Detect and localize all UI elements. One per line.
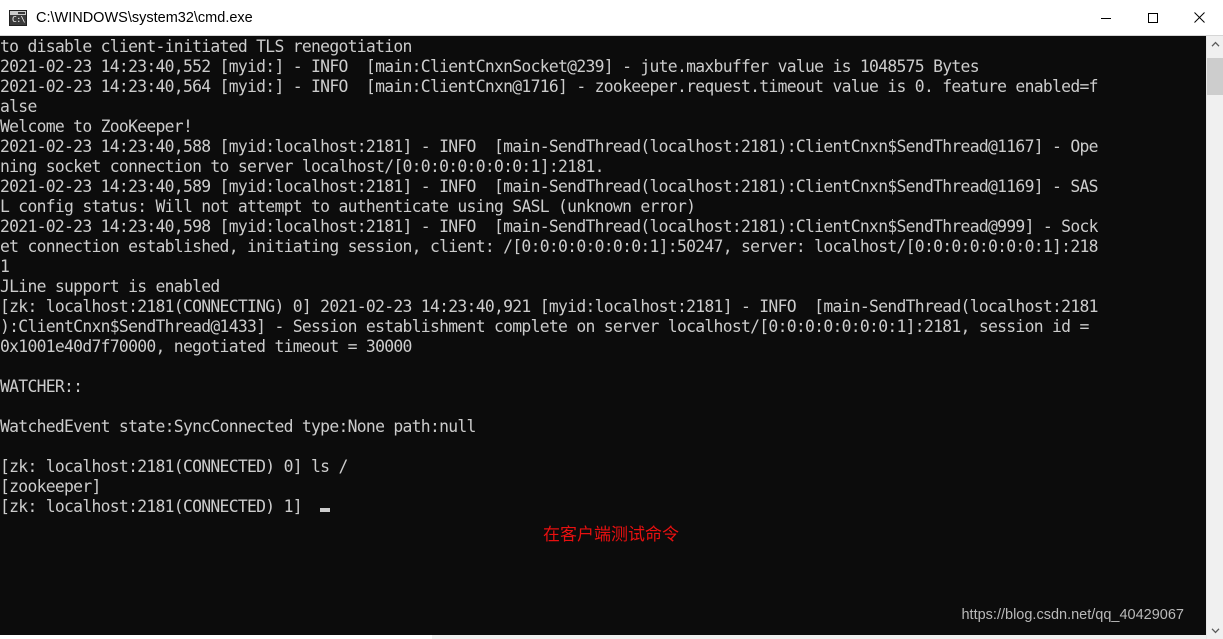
- text-cursor: [320, 508, 331, 512]
- console-line: 2021-02-23 14:23:40,552 [myid:] - INFO […: [0, 57, 980, 76]
- red-annotation-label: 在客户端测试命令: [543, 525, 679, 545]
- console-line: L config status: Will not attempt to aut…: [0, 197, 696, 216]
- cmd-window: C:\ C:\WINDOWS\system32\cmd.exe to disab…: [0, 0, 1223, 639]
- scroll-down-button[interactable]: [1207, 622, 1223, 639]
- console-line: [zk: localhost:2181(CONNECTING) 0] 2021-…: [0, 297, 1098, 316]
- watermark-url: https://blog.csdn.net/qq_40429067: [961, 607, 1184, 623]
- console-line: WATCHER::: [0, 377, 83, 396]
- horizontal-scrollbar-thumb[interactable]: [0, 635, 432, 639]
- console-line: 2021-02-23 14:23:40,598 [myid:localhost:…: [0, 217, 1098, 236]
- titlebar-title-group: C:\ C:\WINDOWS\system32\cmd.exe: [0, 9, 1082, 26]
- console-line: [zk: localhost:2181(CONNECTED) 0] ls /: [0, 457, 348, 476]
- console-line: 2021-02-23 14:23:40,589 [myid:localhost:…: [0, 177, 1098, 196]
- minimize-button[interactable]: [1082, 0, 1129, 35]
- minimize-icon: [1100, 17, 1111, 19]
- chevron-down-icon: [1211, 628, 1220, 634]
- console-line: 2021-02-23 14:23:40,564 [myid:] - INFO […: [0, 77, 1098, 96]
- window-titlebar[interactable]: C:\ C:\WINDOWS\system32\cmd.exe: [0, 0, 1223, 36]
- scroll-up-button[interactable]: [1207, 36, 1223, 53]
- vertical-scrollbar[interactable]: [1206, 36, 1223, 639]
- maximize-icon: [1147, 12, 1158, 23]
- console-line: alse: [0, 97, 37, 116]
- close-button[interactable]: [1176, 0, 1223, 35]
- console-line: 0x1001e40d7f70000, negotiated timeout = …: [0, 337, 412, 356]
- cmd-icon: C:\: [9, 9, 27, 26]
- chevron-up-icon: [1211, 41, 1220, 47]
- console-line: JLine support is enabled: [0, 277, 220, 296]
- console-prompt-line: [zk: localhost:2181(CONNECTED) 1]: [0, 497, 1098, 517]
- console-output-area[interactable]: to disable client-initiated TLS renegoti…: [0, 36, 1206, 639]
- close-icon: [1194, 12, 1205, 23]
- console-line: Welcome to ZooKeeper!: [0, 117, 193, 136]
- console-line: [zookeeper]: [0, 477, 101, 496]
- horizontal-scrollbar[interactable]: [0, 635, 1206, 639]
- console-text: to disable client-initiated TLS renegoti…: [0, 37, 1098, 517]
- console-line: to disable client-initiated TLS renegoti…: [0, 37, 412, 56]
- console-line: ):ClientCnxn$SendThread@1433] - Session …: [0, 317, 1098, 336]
- console-line: et connection established, initiating se…: [0, 237, 1098, 256]
- cmd-icon-prompt-text: C:\: [12, 14, 25, 24]
- maximize-button[interactable]: [1129, 0, 1176, 35]
- console-line: ning socket connection to server localho…: [0, 157, 605, 176]
- window-controls: [1082, 0, 1223, 35]
- console-line: 1: [0, 257, 10, 276]
- scrollbar-thumb[interactable]: [1207, 58, 1223, 95]
- console-line: 2021-02-23 14:23:40,588 [myid:localhost:…: [0, 137, 1098, 156]
- window-title: C:\WINDOWS\system32\cmd.exe: [36, 9, 253, 26]
- console-line: WatchedEvent state:SyncConnected type:No…: [0, 417, 476, 436]
